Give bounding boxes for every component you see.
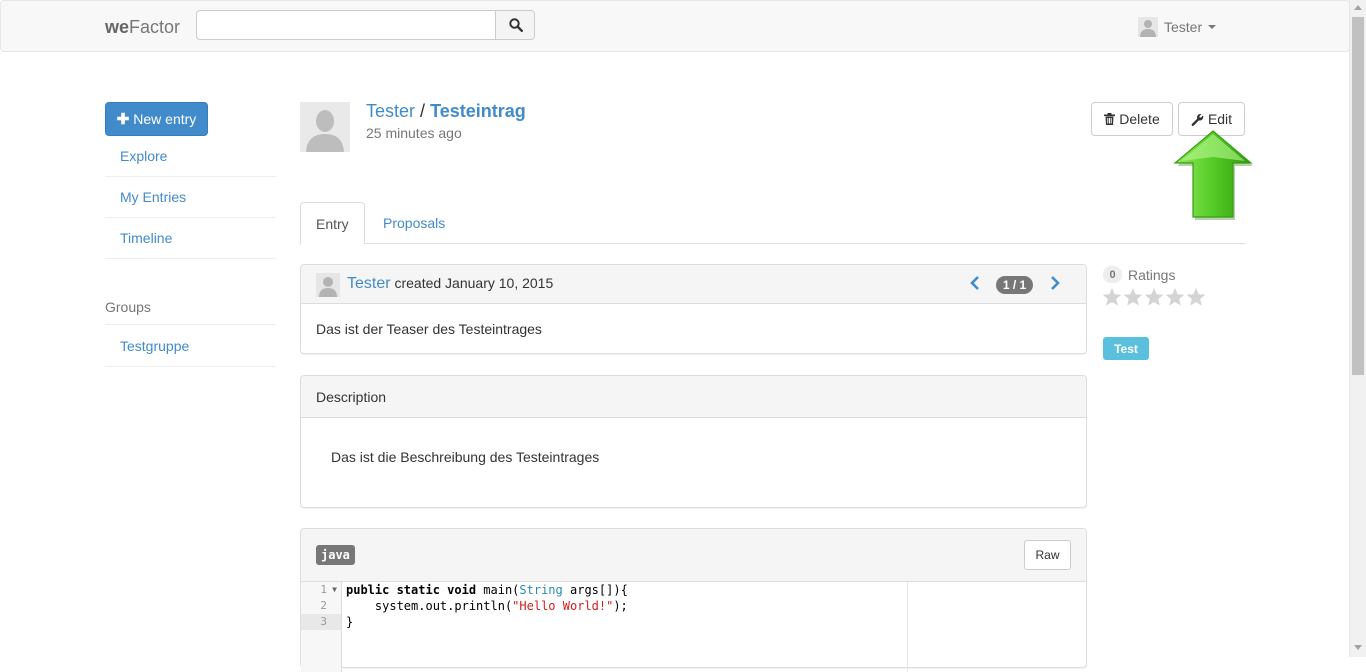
print-margin xyxy=(907,582,908,672)
ratings: 0 Ratings xyxy=(1103,266,1175,283)
creator-line: Tester created January 10, 2015 xyxy=(347,275,553,293)
sidebar-item-testgruppe[interactable]: Testgruppe xyxy=(105,325,276,367)
scroll-up-arrow-icon[interactable] xyxy=(1354,5,1362,10)
search-button[interactable] xyxy=(495,10,535,40)
creator-avatar xyxy=(316,273,340,297)
search-input[interactable] xyxy=(196,10,496,40)
star-icon[interactable] xyxy=(1102,287,1122,307)
tab-proposals[interactable]: Proposals xyxy=(368,202,460,244)
entry-title: Tester / Testeintrag xyxy=(366,101,526,122)
entry-time: 25 minutes ago xyxy=(366,125,462,141)
title-separator: / xyxy=(420,101,426,121)
description-panel: Description Das ist die Beschreibung des… xyxy=(300,375,1087,508)
teaser-panel: Tester created January 10, 2015 1 / 1 Da… xyxy=(300,264,1087,354)
new-entry-label: New entry xyxy=(133,111,197,127)
editor-gutter: 1 ▼ 2 3 xyxy=(301,582,342,672)
line-number-1: 1 xyxy=(320,583,327,596)
chevron-left-icon[interactable] xyxy=(970,276,980,290)
entry-author-link[interactable]: Tester xyxy=(366,101,415,121)
brand-bold: we xyxy=(105,17,130,37)
scrollbar[interactable] xyxy=(1349,0,1366,657)
user-menu[interactable]: Tester xyxy=(1138,16,1217,38)
rating-count-badge: 0 xyxy=(1103,266,1122,283)
side-nav: Explore My Entries Timeline xyxy=(105,136,276,259)
ratings-label: Ratings xyxy=(1128,266,1176,283)
search-icon xyxy=(509,18,523,32)
brand-rest: Factor xyxy=(129,17,181,37)
star-icon[interactable] xyxy=(1186,287,1206,307)
raw-button[interactable]: Raw xyxy=(1024,540,1071,570)
star-rating[interactable] xyxy=(1102,287,1207,307)
creator-link[interactable]: Tester xyxy=(347,275,391,292)
delete-button[interactable]: Delete xyxy=(1091,102,1173,136)
entry-tabs: Entry Proposals xyxy=(300,202,1245,245)
sidebar-item-timeline[interactable]: Timeline xyxy=(105,218,276,259)
groups-nav: Testgruppe xyxy=(105,324,276,367)
line-number: 1 ▼ xyxy=(301,582,341,598)
code-editor[interactable]: 1 ▼ 2 3 public static void main(String ar… xyxy=(301,582,1086,672)
user-name: Tester xyxy=(1164,19,1203,35)
created-text: created January 10, 2015 xyxy=(394,275,554,291)
author-avatar xyxy=(300,102,350,152)
code-line-1: public static void main(String args[]){ xyxy=(346,583,628,597)
version-badge: 1 / 1 xyxy=(996,276,1033,294)
code-lines: public static void main(String args[]){ … xyxy=(346,582,628,630)
code-panel-heading: java Raw xyxy=(301,529,1086,582)
sidebar-item-explore[interactable]: Explore xyxy=(105,136,276,177)
star-icon[interactable] xyxy=(1123,287,1143,307)
description-heading: Description xyxy=(301,376,1086,418)
code-line-2: system.out.println("Hello World!"); xyxy=(346,599,628,613)
star-icon[interactable] xyxy=(1165,287,1185,307)
groups-heading: Groups xyxy=(105,299,151,315)
edit-label: Edit xyxy=(1207,111,1233,127)
code-panel: java Raw 1 ▼ 2 3 public static void main(… xyxy=(300,528,1087,672)
entry-title-link[interactable]: Testeintrag xyxy=(430,101,526,121)
teaser-panel-heading: Tester created January 10, 2015 1 / 1 xyxy=(301,265,1086,304)
user-avatar-icon xyxy=(1138,17,1158,37)
description-text: Das ist die Beschreibung des Testeintrag… xyxy=(331,449,600,465)
teaser-text: Das ist der Teaser des Testeintrages xyxy=(316,321,542,337)
fold-arrow-icon[interactable]: ▼ xyxy=(332,582,337,598)
line-number: 2 xyxy=(320,599,327,612)
scroll-down-arrow-icon[interactable] xyxy=(1354,645,1362,650)
tab-entry[interactable]: Entry xyxy=(300,202,365,245)
sidebar-item-my-entries[interactable]: My Entries xyxy=(105,177,276,218)
line-number: 3 xyxy=(301,614,341,630)
language-label: java xyxy=(316,545,355,565)
brand-logo[interactable]: weFactor xyxy=(105,17,180,38)
tag-badge[interactable]: Test xyxy=(1103,337,1149,360)
plus-icon: ✚ xyxy=(116,111,130,128)
trash-icon xyxy=(1104,113,1116,125)
scroll-thumb[interactable] xyxy=(1352,17,1364,375)
wrench-icon xyxy=(1191,113,1204,126)
navbar: weFactor Tester xyxy=(0,0,1350,52)
star-icon[interactable] xyxy=(1144,287,1164,307)
new-entry-button[interactable]: ✚ New entry xyxy=(105,102,208,136)
caret-down-icon xyxy=(1208,25,1217,29)
chevron-right-icon[interactable] xyxy=(1050,276,1060,290)
code-line-3: } xyxy=(346,615,354,629)
delete-label: Delete xyxy=(1119,111,1160,127)
